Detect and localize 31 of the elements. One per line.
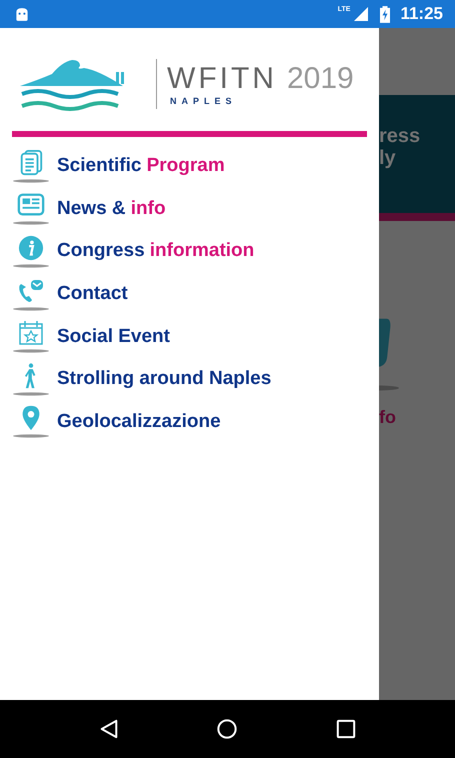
icon-shadow: [13, 178, 49, 183]
menu-item[interactable]: Strolling around Naples: [0, 358, 379, 401]
icon-shadow: [13, 392, 49, 396]
logo-title: WFITN: [167, 62, 277, 96]
icon-shadow: [13, 434, 49, 438]
icon-shadow: [13, 264, 49, 268]
phone-mail-icon: [17, 278, 45, 304]
menu-item[interactable]: News & info: [0, 188, 379, 230]
menu-item[interactable]: Congress information: [0, 230, 379, 273]
menu-item[interactable]: Scientific Program: [0, 145, 379, 188]
tile-shadow: [379, 385, 399, 391]
signal-icon: [354, 7, 368, 21]
battery-charging-icon: [380, 6, 390, 22]
android-icon: [14, 6, 30, 22]
banner-text: ly: [379, 147, 397, 169]
home-icon[interactable]: [217, 719, 238, 739]
newspaper-icon: [17, 192, 45, 218]
back-icon[interactable]: [99, 719, 120, 739]
menu-item[interactable]: Geolocalizzazione: [0, 400, 379, 444]
tile-label: fo: [379, 407, 397, 428]
banner-text: ress: [379, 125, 422, 147]
recent-apps-icon[interactable]: [336, 719, 356, 739]
icon-shadow: [13, 349, 49, 354]
menu-item[interactable]: Contact: [0, 272, 379, 316]
icon-shadow: [13, 221, 49, 226]
clock: 11:25: [400, 4, 443, 24]
info-icon: [17, 234, 45, 261]
logo-subtitle: NAPLES: [170, 96, 238, 106]
menu-item[interactable]: Social Event: [0, 315, 379, 358]
icon-shadow: [13, 306, 49, 311]
logo-year: 2019: [286, 62, 354, 96]
